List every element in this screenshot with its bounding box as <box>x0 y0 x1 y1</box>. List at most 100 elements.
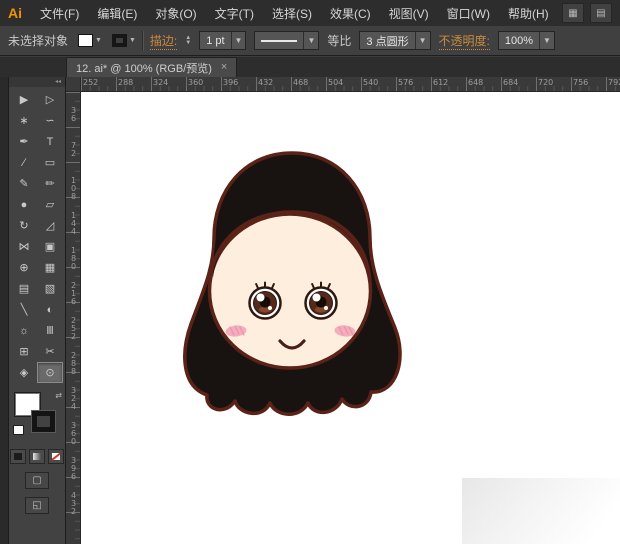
hruler-label: 504 <box>328 78 343 87</box>
tool-zoom[interactable]: ⊙ <box>37 362 63 383</box>
hruler-label: 540 <box>363 78 378 87</box>
tool-selection[interactable]: ▶ <box>11 89 37 110</box>
chevron-down-icon[interactable]: ▼ <box>129 37 136 44</box>
hruler-label: 756 <box>573 78 588 87</box>
brush-definition-dropdown[interactable]: 3 点圆形 ▼ <box>359 31 430 50</box>
color-icon <box>14 453 22 460</box>
menu-select[interactable]: 选择(S) <box>263 0 321 26</box>
tool-free-transform[interactable]: ▣ <box>37 236 63 257</box>
document-tab[interactable]: 12. ai* @ 100% (RGB/预览) × <box>66 57 237 77</box>
menu-view[interactable]: 视图(V) <box>380 0 438 26</box>
swap-fill-stroke-icon[interactable]: ⇄ <box>55 391 62 400</box>
tool-line-segment[interactable]: ∕ <box>11 152 37 173</box>
tools-panel-header[interactable]: ◂◂ <box>9 77 65 87</box>
hruler-label: 792 <box>608 78 620 87</box>
tool-shape-builder[interactable]: ⊕ <box>11 257 37 278</box>
tools-grid: ▶▷∗∽✒T∕▭✎✏●▱↻◿⋈▣⊕▦▤▧╲◐☼Ⅲ⊞✂◈⊙ <box>11 89 63 383</box>
menu-effect[interactable]: 效果(C) <box>321 0 380 26</box>
vruler-label: 216 <box>69 281 78 305</box>
screen-mode-button[interactable]: ◱ <box>25 497 49 514</box>
default-fill-stroke-icon[interactable] <box>13 425 24 435</box>
menu-type[interactable]: 文字(T) <box>206 0 263 26</box>
hruler-label: 684 <box>503 78 518 87</box>
illustrator-window: Ai 文件(F)编辑(E)对象(O)文字(T)选择(S)效果(C)视图(V)窗口… <box>0 0 620 544</box>
tool-paintbrush[interactable]: ✎ <box>11 173 37 194</box>
collapse-panel-icon[interactable]: ◂◂ <box>55 79 61 85</box>
vruler-label: 432 <box>69 491 78 515</box>
tool-direct-selection[interactable]: ▷ <box>37 89 63 110</box>
tool-slice[interactable]: ✂ <box>37 341 63 362</box>
stroke-width-dropdown[interactable]: 1 pt ▼ <box>199 31 246 50</box>
chevron-down-icon[interactable]: ▼ <box>415 32 430 49</box>
opacity-dropdown[interactable]: 100% ▼ <box>498 31 555 50</box>
vruler-label: 36 <box>69 106 78 122</box>
hruler-label: 648 <box>468 78 483 87</box>
profile-uniform-label: 等比 <box>327 32 351 49</box>
tool-rotate[interactable]: ↻ <box>11 215 37 236</box>
chevron-down-icon[interactable]: ▼ <box>95 37 102 44</box>
tool-blend[interactable]: ◐ <box>37 299 63 320</box>
panel-toggle-icon[interactable]: ▤ <box>590 3 612 23</box>
vertical-ruler[interactable]: 3672108144180216252288324360396432 <box>66 92 81 544</box>
screen-mode-icon: ◱ <box>32 500 41 511</box>
selection-status: 未选择对象 <box>8 32 68 49</box>
tool-symbol-sprayer[interactable]: ☼ <box>11 320 37 341</box>
hruler-label: 432 <box>258 78 273 87</box>
tool-scale[interactable]: ◿ <box>37 215 63 236</box>
tool-gradient[interactable]: ▧ <box>37 278 63 299</box>
tool-eyedropper[interactable]: ╲ <box>11 299 37 320</box>
stroke-panel-link[interactable]: 描边: <box>150 32 177 50</box>
gradient-button[interactable] <box>29 449 45 464</box>
vruler-label: 108 <box>69 176 78 200</box>
ruler-origin-corner[interactable] <box>66 77 81 92</box>
chevron-down-icon[interactable]: ▼ <box>231 32 246 49</box>
close-icon[interactable]: × <box>221 62 227 73</box>
tool-blob-brush[interactable]: ● <box>11 194 37 215</box>
width-profile-dropdown[interactable]: ▼ <box>254 31 319 50</box>
stroke-width-stepper[interactable]: ▲ ▼ <box>185 36 191 46</box>
tool-column-graph[interactable]: Ⅲ <box>37 320 63 341</box>
workspace: ◂◂ ▶▷∗∽✒T∕▭✎✏●▱↻◿⋈▣⊕▦▤▧╲◐☼Ⅲ⊞✂◈⊙ ⇄ ▢ ◱ <box>0 77 620 544</box>
canvas-corner-sheen <box>462 478 620 544</box>
fill-color-swatch[interactable] <box>78 34 93 47</box>
tool-perspective-grid[interactable]: ▦ <box>37 257 63 278</box>
stroke-proxy-swatch[interactable] <box>32 411 55 432</box>
tool-rectangle[interactable]: ▭ <box>37 152 63 173</box>
menu-edit[interactable]: 编辑(E) <box>88 0 146 26</box>
artwork-girl[interactable] <box>173 148 413 432</box>
paint-mode-buttons <box>10 449 64 464</box>
control-bar: 未选择对象 ▼ ▼ 描边: ▲ ▼ 1 pt ▼ ▼ 等比 3 点圆形 ▼ <box>0 26 620 56</box>
chevron-down-icon[interactable]: ▼ <box>303 32 318 49</box>
fill-swatch-control[interactable]: ▼ <box>78 34 102 47</box>
none-button[interactable] <box>48 449 64 464</box>
workspace-switcher-icon[interactable]: ▦ <box>562 3 584 23</box>
document-tab-title: 12. ai* @ 100% (RGB/预览) <box>76 60 212 76</box>
draw-mode-button[interactable]: ▢ <box>25 472 49 489</box>
menu-bar-right: ▦▤ <box>562 3 620 23</box>
chevron-down-icon[interactable]: ▼ <box>539 32 554 49</box>
menu-help[interactable]: 帮助(H) <box>499 0 558 26</box>
tool-pen[interactable]: ✒ <box>11 131 37 152</box>
menu-file[interactable]: 文件(F) <box>31 0 88 26</box>
stepper-down-icon[interactable]: ▼ <box>185 41 191 46</box>
tool-lasso[interactable]: ∽ <box>37 110 63 131</box>
opacity-panel-link[interactable]: 不透明度: <box>439 32 490 50</box>
color-button[interactable] <box>10 449 26 464</box>
tool-width[interactable]: ⋈ <box>11 236 37 257</box>
divider <box>142 31 144 51</box>
draw-normal-icon: ▢ <box>32 475 41 486</box>
tool-hand[interactable]: ◈ <box>11 362 37 383</box>
tool-artboard[interactable]: ⊞ <box>11 341 37 362</box>
tool-pencil[interactable]: ✏ <box>37 173 63 194</box>
menu-object[interactable]: 对象(O) <box>146 0 205 26</box>
hruler-label: 468 <box>293 78 308 87</box>
horizontal-ruler[interactable]: 2522883243603964324685045405766126486847… <box>81 77 620 92</box>
tool-magic-wand[interactable]: ∗ <box>11 110 37 131</box>
menu-window[interactable]: 窗口(W) <box>438 0 499 26</box>
tool-mesh[interactable]: ▤ <box>11 278 37 299</box>
canvas[interactable] <box>81 92 620 544</box>
tool-type[interactable]: T <box>37 131 63 152</box>
stroke-color-swatch[interactable] <box>112 34 127 47</box>
tool-eraser[interactable]: ▱ <box>37 194 63 215</box>
stroke-swatch-control[interactable]: ▼ <box>112 34 136 47</box>
